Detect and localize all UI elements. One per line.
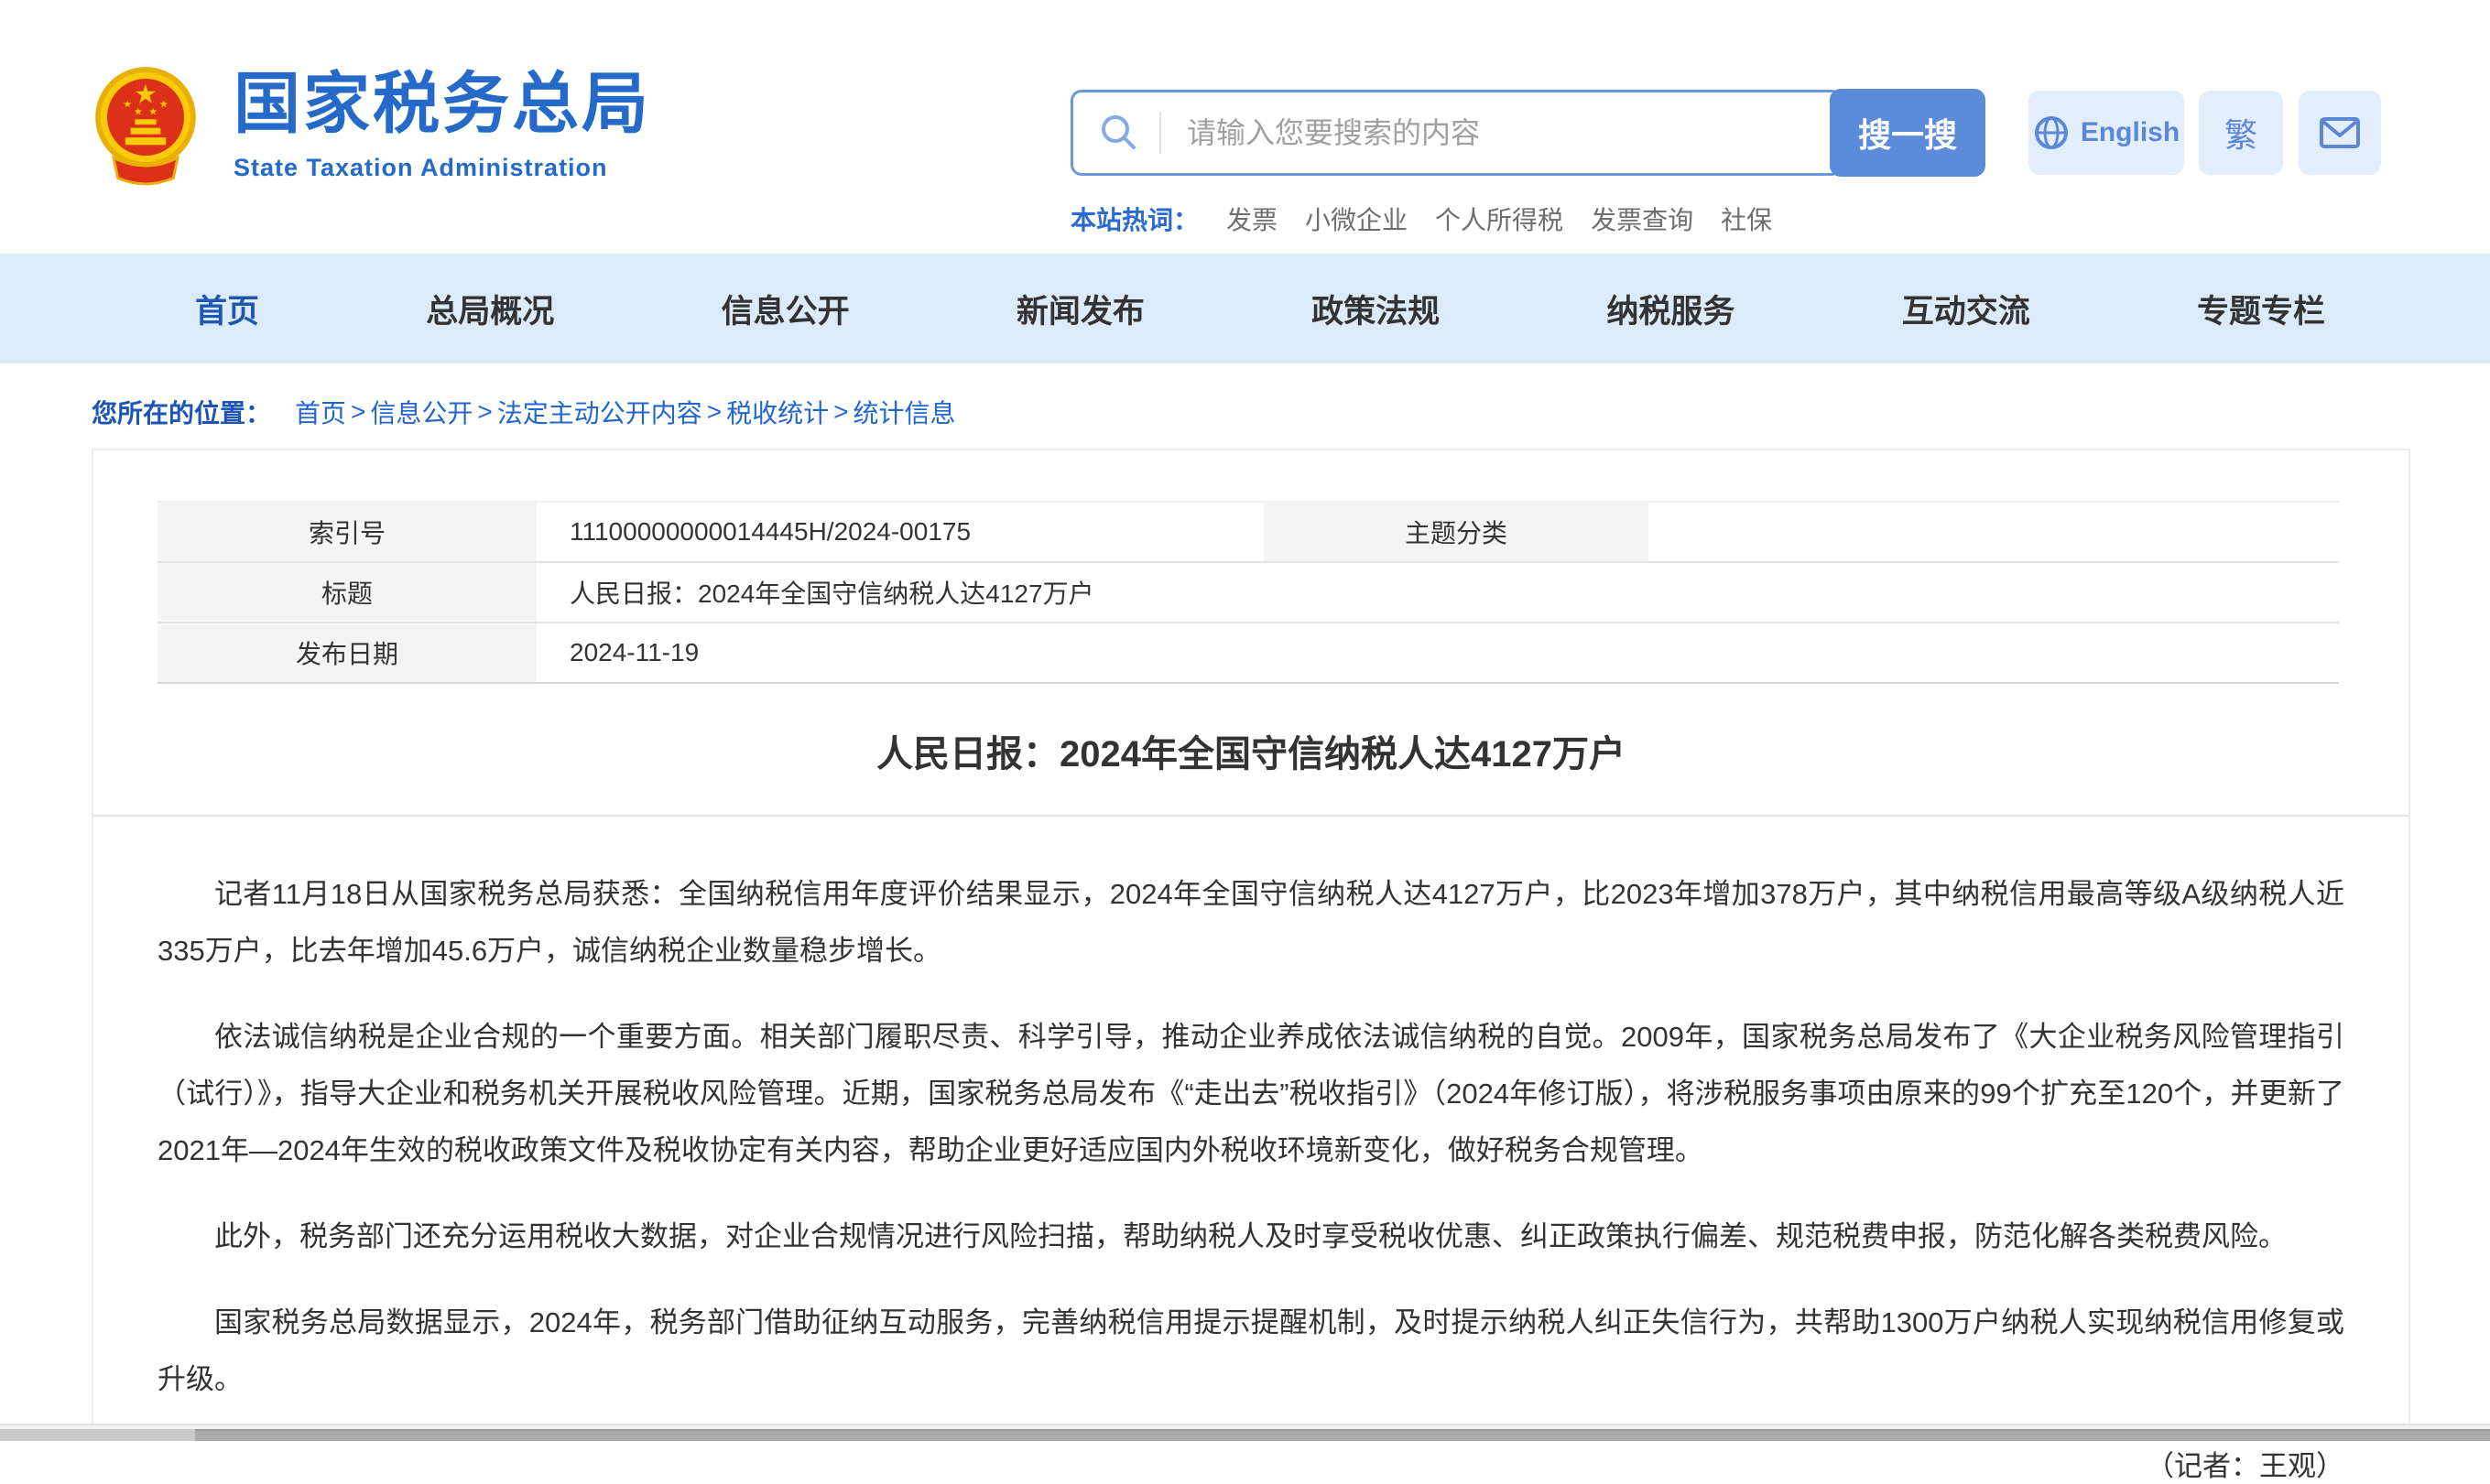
nav-item-interaction[interactable]: 互动交流 — [1902, 286, 2030, 332]
meta-title-label: 标题 — [158, 563, 537, 622]
search-box[interactable] — [1071, 90, 1843, 176]
search-icon — [1099, 113, 1139, 153]
meta-date-value: 2024-11-19 — [537, 623, 2339, 682]
breadcrumb-separator: > — [351, 397, 365, 427]
globe-icon — [2033, 114, 2070, 151]
breadcrumb-home[interactable]: 首页 — [295, 394, 346, 430]
search-separator — [1159, 112, 1161, 154]
nav-item-special-topics[interactable]: 专题专栏 — [2197, 286, 2325, 332]
article-byline: （记者：王观） — [158, 1443, 2344, 1484]
search-area: 搜一搜 — [1071, 89, 1985, 177]
meta-topic-value — [1648, 503, 2339, 561]
english-button[interactable]: English — [2028, 91, 2184, 175]
table-row: 索引号 11100000000014445H/2024-00175 主题分类 — [158, 503, 2339, 563]
nav-item-policies[interactable]: 政策法规 — [1311, 286, 1440, 332]
article-paragraph: 此外，税务部门还充分运用税收大数据，对企业合规情况进行风险扫描，帮助纳税人及时享… — [158, 1208, 2344, 1265]
breadcrumb: 您所在的位置： 首页 > 信息公开 > 法定主动公开内容 > 税收统计 > 统计… — [92, 394, 956, 430]
nav-item-news[interactable]: 新闻发布 — [1017, 286, 1145, 332]
nav-item-overview[interactable]: 总局概况 — [426, 286, 554, 332]
hot-word-invoice[interactable]: 发票 — [1226, 200, 1278, 237]
breadcrumb-tax-statistics[interactable]: 税收统计 — [726, 394, 829, 430]
national-emblem-icon — [91, 66, 201, 194]
hot-words-label: 本站热词： — [1071, 200, 1199, 237]
search-input[interactable] — [1185, 115, 1720, 151]
scrollbar-thumb[interactable] — [195, 1429, 2490, 1441]
logo-text: 国家税务总局 State Taxation Administration — [234, 66, 651, 182]
search-button[interactable]: 搜一搜 — [1830, 89, 1985, 177]
main-nav-items: 首页 总局概况 信息公开 新闻发布 政策法规 纳税服务 互动交流 专题专栏 — [195, 254, 2325, 363]
horizontal-scrollbar — [0, 1424, 2490, 1441]
nav-item-home[interactable]: 首页 — [195, 286, 259, 332]
mail-icon — [2319, 116, 2361, 149]
table-row: 标题 人民日报：2024年全国守信纳税人达4127万户 — [158, 563, 2339, 623]
site-title-cn: 国家税务总局 — [234, 66, 651, 143]
breadcrumb-statistical-info[interactable]: 统计信息 — [854, 394, 956, 430]
article-title-section: 人民日报：2024年全国守信纳税人达4127万户 — [93, 687, 2408, 817]
hot-words-row: 本站热词： 发票 小微企业 个人所得税 发票查询 社保 — [1071, 200, 1772, 237]
breadcrumb-separator: > — [707, 397, 722, 427]
article-paragraph: 记者11月18日从国家税务总局获悉：全国纳税信用年度评价结果显示，2024年全国… — [158, 866, 2344, 980]
document-meta-table: 索引号 11100000000014445H/2024-00175 主题分类 标… — [158, 501, 2339, 684]
hot-word-small-business[interactable]: 小微企业 — [1305, 200, 1408, 237]
table-row: 发布日期 2024-11-19 — [158, 623, 2339, 684]
content-panel: 索引号 11100000000014445H/2024-00175 主题分类 标… — [92, 449, 2410, 1428]
site-logo[interactable]: 国家税务总局 State Taxation Administration — [91, 66, 651, 194]
nav-item-tax-services[interactable]: 纳税服务 — [1606, 286, 1734, 332]
hot-word-individual-tax[interactable]: 个人所得税 — [1435, 200, 1563, 237]
breadcrumb-separator: > — [833, 397, 848, 427]
english-button-label: English — [2081, 117, 2180, 148]
main-nav: 首页 总局概况 信息公开 新闻发布 政策法规 纳税服务 互动交流 专题专栏 — [0, 254, 2490, 363]
article-title: 人民日报：2024年全国守信纳税人达4127万户 — [876, 724, 1626, 777]
article-paragraph: 国家税务总局数据显示，2024年，税务部门借助征纳互动服务，完善纳税信用提示提醒… — [158, 1294, 2344, 1408]
article-body: 记者11月18日从国家税务总局获悉：全国纳税信用年度评价结果显示，2024年全国… — [158, 815, 2344, 1484]
hot-word-social-security[interactable]: 社保 — [1721, 200, 1772, 237]
breadcrumb-label: 您所在的位置： — [92, 394, 271, 430]
meta-topic-label: 主题分类 — [1264, 503, 1648, 561]
breadcrumb-separator: > — [477, 397, 492, 427]
breadcrumb-info-disclosure[interactable]: 信息公开 — [370, 394, 473, 430]
site-title-en: State Taxation Administration — [234, 154, 651, 182]
meta-index-label: 索引号 — [158, 503, 537, 561]
mail-button[interactable] — [2299, 91, 2381, 175]
meta-date-label: 发布日期 — [158, 623, 537, 682]
traditional-chinese-button[interactable]: 繁 — [2199, 91, 2283, 175]
meta-title-value: 人民日报：2024年全国守信纳税人达4127万户 — [537, 563, 2339, 622]
hot-word-invoice-query[interactable]: 发票查询 — [1591, 200, 1693, 237]
breadcrumb-statutory-content[interactable]: 法定主动公开内容 — [497, 394, 702, 430]
traditional-chinese-label: 繁 — [2224, 109, 2257, 157]
site-header: 国家税务总局 State Taxation Administration 搜一搜… — [0, 0, 2490, 254]
article-paragraph: 依法诚信纳税是企业合规的一个重要方面。相关部门履职尽责、科学引导，推动企业养成依… — [158, 1009, 2344, 1179]
nav-item-info-disclosure[interactable]: 信息公开 — [722, 286, 850, 332]
meta-index-value: 11100000000014445H/2024-00175 — [537, 503, 1264, 561]
